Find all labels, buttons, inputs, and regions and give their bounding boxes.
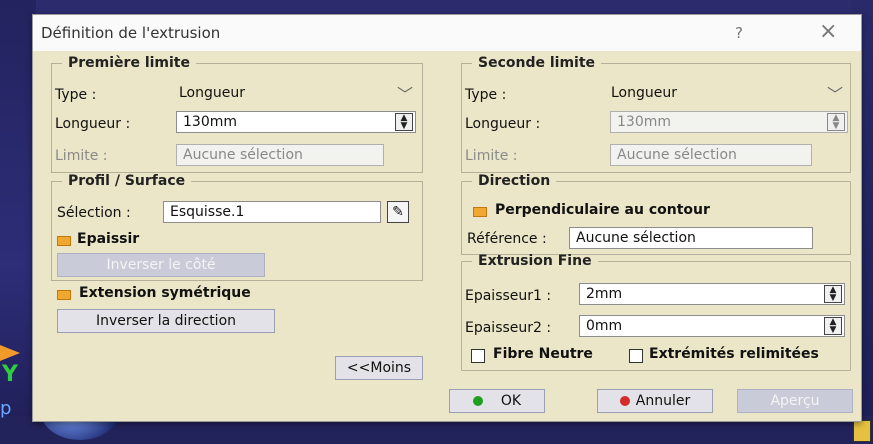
limite-field-2[interactable]: Aucune sélection bbox=[610, 144, 812, 166]
apercu-button[interactable]: Aperçu bbox=[737, 389, 853, 413]
dialog-title: Définition de l'extrusion bbox=[41, 24, 221, 42]
reference-field[interactable]: Aucune sélection bbox=[569, 227, 813, 249]
moins-button[interactable]: <<Moins bbox=[335, 356, 423, 380]
epaisseur2-input-value: 0mm bbox=[586, 318, 623, 334]
limite-label-2: Limite : bbox=[465, 148, 518, 164]
direction-title: Direction bbox=[478, 173, 551, 189]
extension-symetrique-label: Extension symétrique bbox=[79, 285, 251, 301]
longueur-label-2: Longueur : bbox=[465, 116, 541, 132]
toolbar-part-icon[interactable] bbox=[853, 420, 871, 442]
epaissir-label: Epaissir bbox=[77, 231, 140, 247]
inverser-cote-button[interactable]: Inverser le côté bbox=[57, 253, 265, 277]
orange-marker-icon bbox=[0, 345, 20, 361]
extrusion-dialog: Définition de l'extrusion ? × Première l… bbox=[32, 14, 862, 422]
type-select-1[interactable]: Longueur ﹀ bbox=[171, 83, 419, 105]
premiere-limite-title: Première limite bbox=[68, 55, 190, 71]
reference-field-value: Aucune sélection bbox=[576, 230, 696, 246]
spin-arrows-icon[interactable]: ▲ ▼ bbox=[824, 285, 842, 303]
seconde-limite-title: Seconde limite bbox=[478, 55, 596, 71]
spin-arrows-icon[interactable]: ▲ ▼ bbox=[827, 113, 845, 131]
axis-p-label: p bbox=[0, 398, 12, 419]
longueur-input-1-value: 130mm bbox=[183, 114, 237, 130]
spin-arrows-icon[interactable]: ▲ ▼ bbox=[824, 317, 842, 335]
extremites-checkbox[interactable] bbox=[629, 349, 643, 363]
edit-sketch-icon[interactable]: ✎ bbox=[387, 201, 409, 223]
type-label-1: Type : bbox=[55, 87, 97, 103]
selection-field[interactable]: Esquisse.1 bbox=[163, 201, 381, 223]
ok-indicator-icon bbox=[472, 396, 483, 406]
extension-symetrique-checkbox[interactable] bbox=[57, 290, 71, 300]
limite-field-1-value: Aucune sélection bbox=[183, 147, 303, 163]
longueur-input-1[interactable]: 130mm ▲ ▼ bbox=[176, 111, 416, 133]
longueur-input-2-value: 130mm bbox=[617, 114, 671, 130]
ok-button[interactable]: OK bbox=[449, 389, 545, 413]
axis-y-label: Y bbox=[2, 362, 18, 387]
perpendiculaire-label: Perpendiculaire au contour bbox=[495, 202, 710, 218]
annuler-label: Annuler bbox=[635, 393, 691, 409]
limite-label-1: Limite : bbox=[55, 148, 108, 164]
title-bar: Définition de l'extrusion ? × bbox=[33, 15, 861, 51]
chevron-down-icon: ﹀ bbox=[826, 85, 843, 104]
extrusion-fine-title: Extrusion Fine bbox=[478, 253, 592, 269]
type-select-2-value: Longueur bbox=[611, 85, 677, 101]
limite-field-2-value: Aucune sélection bbox=[617, 147, 737, 163]
fibre-neutre-label: Fibre Neutre bbox=[493, 346, 593, 362]
close-icon[interactable]: × bbox=[819, 19, 837, 44]
cancel-indicator-icon bbox=[619, 396, 630, 406]
epaissir-checkbox[interactable] bbox=[57, 236, 71, 246]
epaisseur1-input-value: 2mm bbox=[586, 286, 623, 302]
help-icon[interactable]: ? bbox=[735, 24, 743, 42]
type-select-1-value: Longueur bbox=[179, 85, 245, 101]
limite-field-1[interactable]: Aucune sélection bbox=[176, 144, 384, 166]
type-select-2[interactable]: Longueur ﹀ bbox=[603, 83, 849, 105]
profil-surface-title: Profil / Surface bbox=[68, 173, 186, 189]
ok-label: OK bbox=[500, 393, 522, 409]
longueur-label-1: Longueur : bbox=[55, 116, 131, 132]
reference-label: Référence : bbox=[467, 231, 547, 247]
fibre-neutre-checkbox[interactable] bbox=[471, 349, 485, 363]
spin-arrows-icon[interactable]: ▲ ▼ bbox=[395, 113, 413, 131]
longueur-input-2[interactable]: 130mm ▲ ▼ bbox=[610, 111, 848, 133]
extremites-label: Extrémités relimitées bbox=[649, 346, 819, 362]
perpendiculaire-checkbox[interactable] bbox=[473, 207, 487, 217]
selection-field-value: Esquisse.1 bbox=[170, 204, 245, 220]
chevron-down-icon: ﹀ bbox=[396, 85, 413, 104]
annuler-button[interactable]: Annuler bbox=[597, 389, 713, 413]
epaisseur2-input[interactable]: 0mm ▲ ▼ bbox=[579, 315, 845, 337]
epaisseur1-label: Epaisseur1 : bbox=[465, 288, 552, 304]
type-label-2: Type : bbox=[465, 87, 507, 103]
selection-label: Sélection : bbox=[57, 205, 131, 221]
epaisseur2-label: Epaisseur2 : bbox=[465, 320, 552, 336]
epaisseur1-input[interactable]: 2mm ▲ ▼ bbox=[579, 283, 845, 305]
inverser-direction-button[interactable]: Inverser la direction bbox=[57, 309, 275, 333]
